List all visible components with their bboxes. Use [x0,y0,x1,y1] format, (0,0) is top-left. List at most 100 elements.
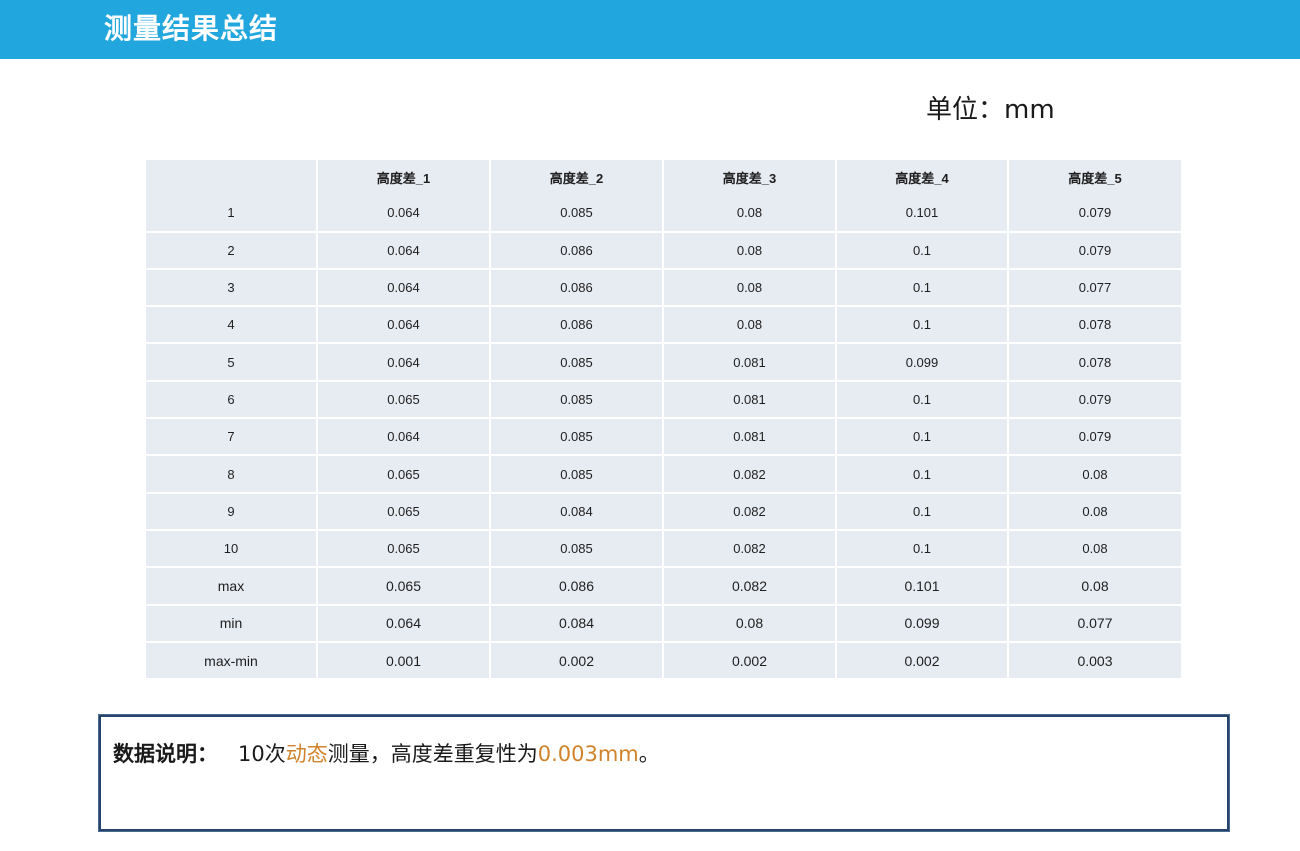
table-cell: 0.079 [1009,419,1181,457]
table-cell: 0.085 [491,195,664,233]
table-cell: 0.1 [837,456,1009,494]
row-label-cell: 1 [146,195,318,233]
table-cell: 0.002 [491,642,664,679]
table-row: 4 0.064 0.086 0.08 0.1 0.078 [146,307,1181,345]
table-row: 5 0.064 0.085 0.081 0.099 0.078 [146,344,1181,382]
stat-row: max-min 0.001 0.002 0.002 0.002 0.003 [146,642,1181,679]
table-cell: 0.002 [664,642,837,679]
table-cell: 0.082 [664,456,837,494]
row-label-cell: 3 [146,269,318,308]
header-cell: 高度差_1 [318,160,491,196]
table-row: 9 0.065 0.084 0.082 0.1 0.08 [146,493,1181,531]
table-row: 2 0.064 0.086 0.08 0.1 0.079 [146,232,1181,270]
header-cell: 高度差_4 [837,160,1009,196]
table-cell: 0.077 [1009,605,1181,643]
header-cell: 高度差_2 [491,160,664,196]
table-cell: 0.086 [491,269,664,308]
table-cell: 0.08 [664,195,837,233]
header-cell: 高度差_5 [1009,160,1181,196]
table-cell: 0.101 [837,195,1009,233]
table-cell: 0.08 [664,232,837,270]
table-row: 6 0.065 0.085 0.081 0.1 0.079 [146,381,1181,420]
table-cell: 0.085 [491,381,664,420]
table-cell: 0.081 [664,419,837,457]
table-row: 7 0.064 0.085 0.081 0.1 0.079 [146,419,1181,457]
table-cell: 0.08 [1009,568,1181,606]
row-label-cell: min [146,605,318,643]
table-cell: 0.079 [1009,195,1181,233]
data-note-box: 数据说明： 10次动态测量，高度差重复性为0.003mm。 [99,715,1229,831]
table-cell: 0.065 [318,381,491,420]
table-cell: 0.08 [1009,530,1181,569]
table-cell: 0.082 [664,530,837,569]
table-cell: 0.08 [1009,493,1181,531]
table-cell: 0.1 [837,269,1009,308]
table-cell: 0.064 [318,344,491,382]
table-cell: 0.086 [491,568,664,606]
table-row: 3 0.064 0.086 0.08 0.1 0.077 [146,269,1181,308]
table-cell: 0.064 [318,232,491,270]
header-cell: 高度差_3 [664,160,837,196]
note-text: 10次 [238,742,286,766]
data-note: 数据说明： 10次动态测量，高度差重复性为0.003mm。 [113,739,660,769]
table-cell: 0.086 [491,307,664,345]
row-label-cell: max [146,568,318,606]
row-label-cell: 9 [146,493,318,531]
table-cell: 0.078 [1009,307,1181,345]
row-label-cell: 10 [146,530,318,569]
table-cell: 0.085 [491,456,664,494]
table-cell: 0.085 [491,344,664,382]
table-cell: 0.082 [664,493,837,531]
page-title: 测量结果总结 [104,12,279,45]
table-cell: 0.064 [318,307,491,345]
table-cell: 0.065 [318,456,491,494]
table-cell: 0.1 [837,307,1009,345]
table-cell: 0.101 [837,568,1009,606]
note-text: 。 [638,742,660,766]
table-cell: 0.1 [837,232,1009,270]
row-label-cell: 8 [146,456,318,494]
row-label-cell: max-min [146,642,318,679]
header-cell-corner [146,160,318,196]
table-cell: 0.08 [664,307,837,345]
table-cell: 0.079 [1009,232,1181,270]
note-highlight: 动态 [285,742,328,766]
table-cell: 0.1 [837,419,1009,457]
table-cell: 0.081 [664,381,837,420]
unit-label: 单位：mm [926,95,1055,125]
table-cell: 0.001 [318,642,491,679]
table-cell: 0.065 [318,493,491,531]
table-cell: 0.1 [837,530,1009,569]
table-cell: 0.081 [664,344,837,382]
measurement-table: 高度差_1 高度差_2 高度差_3 高度差_4 高度差_5 1 0.064 0.08… [146,160,1181,679]
table-cell: 0.065 [318,568,491,606]
stat-row: min 0.064 0.084 0.08 0.099 0.077 [146,605,1181,643]
note-highlight: 0.003mm [537,742,639,766]
table-cell: 0.1 [837,493,1009,531]
table-cell: 0.08 [664,605,837,643]
table-cell: 0.077 [1009,269,1181,308]
table-cell: 0.085 [491,530,664,569]
table-cell: 0.099 [837,344,1009,382]
table-cell: 0.084 [491,493,664,531]
row-label-cell: 5 [146,344,318,382]
table-cell: 0.082 [664,568,837,606]
table-cell: 0.002 [837,642,1009,679]
table-cell: 0.08 [1009,456,1181,494]
table-cell: 0.064 [318,269,491,308]
table-cell: 0.064 [318,605,491,643]
table-cell: 0.084 [491,605,664,643]
table-row: 8 0.065 0.085 0.082 0.1 0.08 [146,456,1181,494]
row-label-cell: 2 [146,232,318,270]
table-cell: 0.1 [837,381,1009,420]
table-cell: 0.085 [491,419,664,457]
table-cell: 0.078 [1009,344,1181,382]
table-cell: 0.064 [318,195,491,233]
title-bar: 测量结果总结 [0,0,1300,59]
table-header-row: 高度差_1 高度差_2 高度差_3 高度差_4 高度差_5 [146,160,1181,196]
table-row: 10 0.065 0.085 0.082 0.1 0.08 [146,530,1181,569]
note-text: 测量，高度差重复性为 [327,742,538,766]
slide: 测量结果总结 单位：mm 高度差_1 高度差_2 高度差_3 高度差_4 高度差… [0,0,1300,851]
row-label-cell: 4 [146,307,318,345]
table-cell: 0.064 [318,419,491,457]
